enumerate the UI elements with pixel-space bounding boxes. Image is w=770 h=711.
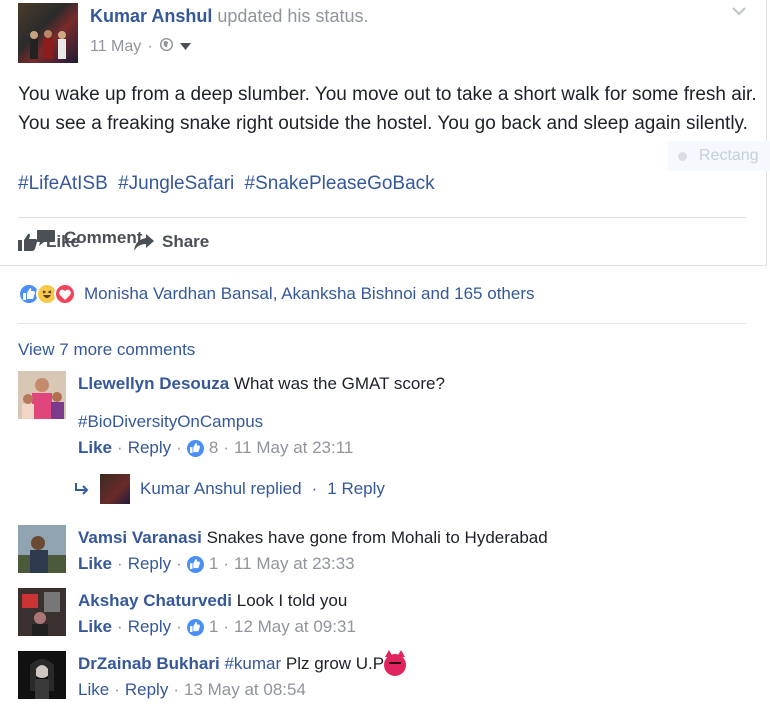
reply-count-link[interactable]: 1 Reply [327, 479, 385, 499]
commenter-avatar[interactable] [18, 371, 66, 419]
meta-separator: · [117, 554, 123, 573]
meta-separator: · [176, 438, 182, 457]
commenter-name[interactable]: Llewellyn Desouza [78, 374, 229, 393]
post-meta: 11 May · [90, 37, 191, 57]
comment-like-link[interactable]: Like [78, 551, 112, 577]
commenter-avatar[interactable] [18, 525, 66, 573]
meta-separator: · [223, 438, 229, 457]
comment-button[interactable]: Comment [36, 228, 200, 248]
post-text: You wake up from a deep slumber. You mov… [18, 84, 757, 134]
thumbs-up-icon [18, 233, 38, 251]
hashtag-link[interactable]: #SnakePleaseGoBack [245, 173, 435, 194]
comment-tag[interactable]: #kumar [224, 654, 281, 673]
meta-separator: · [117, 438, 123, 457]
status-post: Kumar Anshul updated his status. 11 May … [0, 0, 770, 266]
divider [18, 217, 746, 218]
comment-meta: Like · Reply · 1 · 12 May at 09:31 [78, 614, 356, 640]
comment-body: Llewellyn Desouza What was the GMAT scor… [78, 371, 445, 461]
hashtag-link[interactable]: #JungleSafari [118, 173, 234, 194]
avatar-photo [30, 30, 66, 59]
comment-body: Akshay Chaturvedi Look I told you Like · … [78, 588, 356, 640]
avatar-photo [18, 371, 66, 419]
comment-like-link[interactable]: Like [78, 677, 109, 703]
comment-time[interactable]: 11 May at 23:11 [234, 435, 353, 461]
meta-separator: · [311, 479, 318, 498]
like-count-icon [186, 439, 204, 457]
commenter-name[interactable]: DrZainab Bukhari [78, 654, 220, 673]
comment-reply-link[interactable]: Reply [125, 677, 168, 703]
comment-text: Look I told you [236, 591, 348, 610]
view-more-comments-link[interactable]: View 7 more comments [18, 340, 195, 360]
comment-like-count[interactable]: 1 [209, 551, 218, 577]
meta-separator: · [147, 38, 153, 55]
author-name[interactable]: Kumar Anshul [90, 6, 212, 26]
commenter-name[interactable]: Akshay Chaturvedi [78, 591, 232, 610]
meta-separator: · [176, 554, 182, 573]
reply-author-avatar [100, 474, 130, 504]
comment-time[interactable]: 12 May at 09:31 [234, 614, 356, 640]
post-actions: Like Comment Share [18, 228, 209, 256]
post-action-text: updated his status. [217, 6, 369, 26]
audience-dropdown-icon[interactable] [179, 38, 191, 56]
meta-separator: · [117, 617, 123, 636]
comment-meta: Like · Reply · 13 May at 08:54 [78, 677, 406, 703]
comment-text: What was the GMAT score? [233, 374, 445, 393]
comment-like-count[interactable]: 1 [209, 614, 218, 640]
avatar-photo [18, 588, 66, 636]
comment-body: DrZainab Bukhari #kumar Plz grow U.P Lik… [78, 649, 407, 703]
commenter-avatar[interactable] [18, 651, 66, 699]
meta-separator: · [223, 617, 229, 636]
comment-body: Vamsi Varanasi Snakes have gone from Moh… [78, 525, 548, 577]
comment-hashtag[interactable]: #BioDiversityOnCampus [78, 412, 263, 431]
author-avatar[interactable] [18, 3, 78, 63]
commenter-name[interactable]: Vamsi Varanasi [78, 528, 202, 547]
meta-separator: · [223, 554, 229, 573]
post-date[interactable]: 11 May [90, 38, 141, 56]
divider [18, 323, 746, 324]
comment-time[interactable]: 13 May at 08:54 [184, 677, 306, 703]
comment-reply-link[interactable]: Reply [128, 435, 171, 461]
devil-emoji-icon [384, 649, 407, 676]
reactions-summary[interactable]: Monisha Vardhan Bansal, Akanksha Bishnoi… [18, 283, 534, 305]
avatar-photo [18, 651, 66, 699]
globe-icon[interactable] [159, 37, 174, 57]
reply-author-text: Kumar Anshul replied [140, 479, 302, 498]
comment-like-link[interactable]: Like [78, 614, 112, 640]
comment-time[interactable]: 11 May at 23:33 [234, 551, 355, 577]
meta-separator: · [114, 680, 120, 699]
replies-summary[interactable]: Kumar Anshul replied · 1 Reply [74, 474, 385, 504]
side-hint-label: Rectang [699, 147, 759, 164]
comment-icon [37, 230, 55, 246]
chevron-down-icon[interactable] [732, 3, 746, 21]
comment-label: Comment [64, 228, 143, 247]
meta-separator: · [173, 680, 179, 699]
commenter-avatar[interactable] [18, 588, 66, 636]
hashtag-link[interactable]: #LifeAtISB [18, 173, 108, 194]
comment-text: Snakes have gone from Mohali to Hyderaba… [206, 528, 548, 547]
meta-separator: · [176, 617, 182, 636]
comment-text: Plz grow U.P [285, 654, 385, 673]
hashtag-list: #LifeAtISB #JungleSafari #SnakePleaseGoB… [18, 173, 440, 195]
comment-meta: Like · Reply · 1 · 11 May at 23:33 [78, 551, 548, 577]
comment-meta: Like · Reply · 8 · 11 May at 23:11 [78, 435, 445, 461]
reaction-names[interactable]: Monisha Vardhan Bansal, Akanksha Bishnoi… [84, 284, 534, 304]
comment-like-count[interactable]: 8 [209, 435, 218, 461]
side-hint: Rectang [668, 141, 770, 171]
like-count-icon [186, 618, 204, 636]
dot-icon [678, 151, 687, 161]
comment-reply-link[interactable]: Reply [128, 614, 171, 640]
comment-reply-link[interactable]: Reply [128, 551, 171, 577]
reply-arrow-icon [75, 483, 89, 495]
avatar-photo [18, 525, 66, 573]
love-reaction-icon [54, 283, 76, 305]
post-header: Kumar Anshul updated his status. [90, 6, 368, 27]
like-count-icon [186, 555, 204, 573]
comment-like-link[interactable]: Like [78, 435, 112, 461]
